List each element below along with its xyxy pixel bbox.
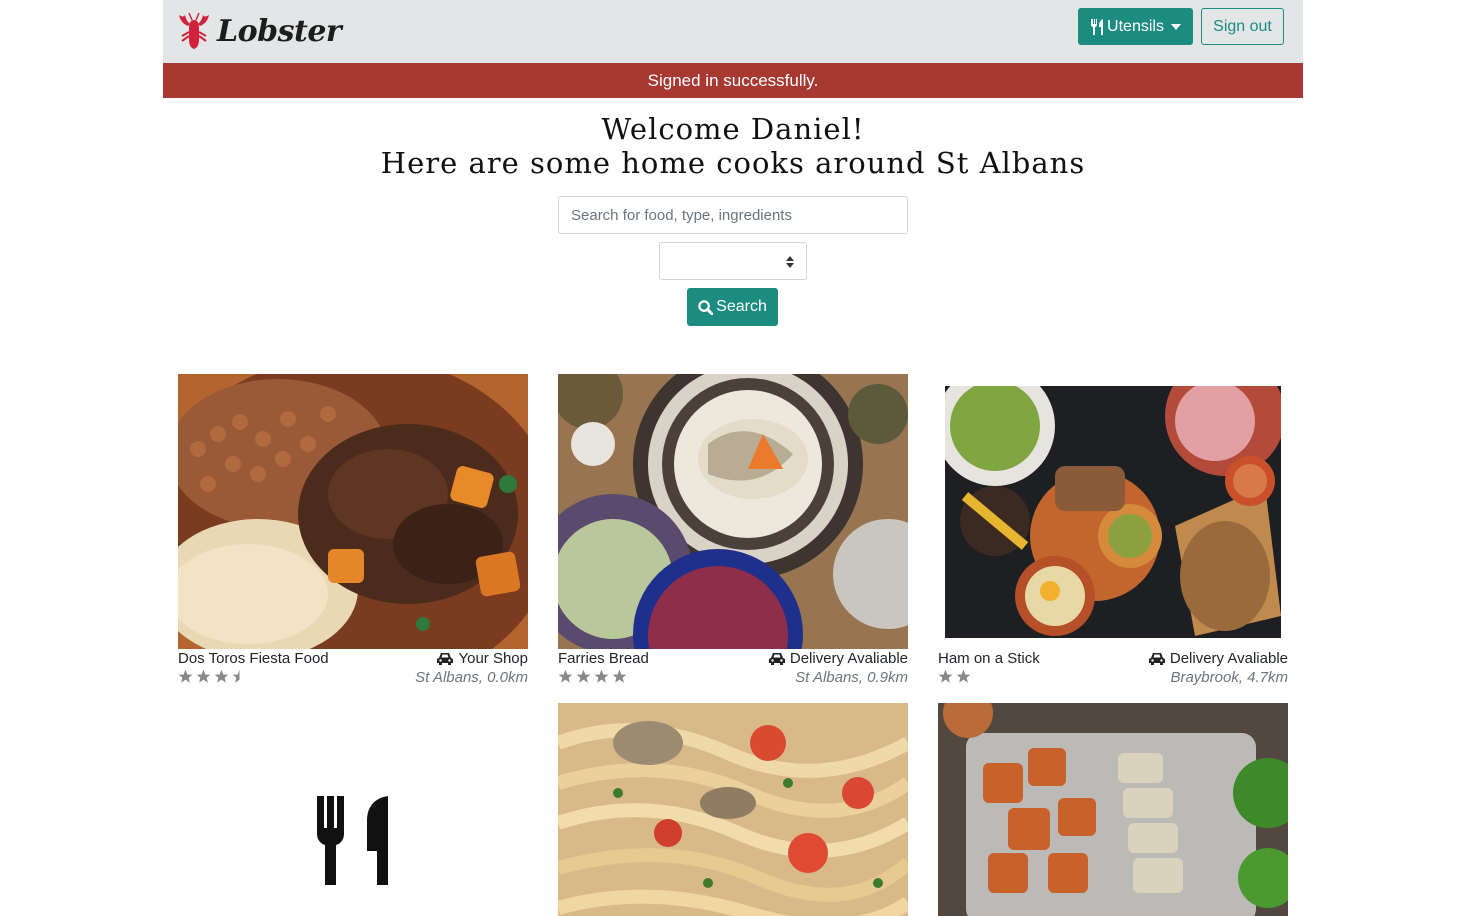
welcome-heading: Welcome Daniel! Here are some home cooks… <box>163 112 1303 180</box>
star-half-icon <box>232 669 240 683</box>
utensils-icon <box>1091 18 1104 35</box>
welcome-line: Welcome Daniel! <box>601 112 865 146</box>
star-icon <box>938 669 953 683</box>
page-container: Lobster Utensils Sign out Signed in succ… <box>163 0 1303 916</box>
utensils-dropdown-button[interactable]: Utensils <box>1078 8 1193 45</box>
star-icon <box>594 669 609 683</box>
food-image[interactable] <box>945 386 1281 638</box>
location-text: St Albans, 0.0km <box>415 669 528 686</box>
cook-name[interactable]: Farries Bread <box>558 650 649 667</box>
star-icon <box>178 669 193 683</box>
navbar: Lobster Utensils Sign out <box>163 0 1303 63</box>
location-text: St Albans, 0.9km <box>795 669 908 686</box>
food-image[interactable] <box>558 374 908 649</box>
search-input[interactable] <box>558 196 908 234</box>
star-icon <box>956 669 971 683</box>
cook-name[interactable]: Ham on a Stick <box>938 650 1040 667</box>
flash-message: Signed in successfully. <box>163 63 1303 98</box>
search-button-label: Search <box>716 298 767 315</box>
rating-stars <box>178 669 250 684</box>
welcome-subline: Here are some home cooks around St Alban… <box>380 146 1086 180</box>
lobster-logo-icon <box>179 12 209 49</box>
food-image[interactable] <box>558 703 908 916</box>
search-icon <box>698 299 714 315</box>
food-image[interactable] <box>178 374 528 649</box>
delivery-label: Delivery Avaliable <box>1169 650 1288 667</box>
location-text: Braybrook, 4.7km <box>1170 669 1288 686</box>
delivery-info: Delivery Avaliable <box>1148 650 1288 667</box>
utensils-label: Utensils <box>1107 17 1164 35</box>
star-icon <box>576 669 591 683</box>
brand-name: Lobster <box>217 13 342 49</box>
delivery-info: Delivery Avaliable <box>768 650 908 667</box>
category-select[interactable] <box>659 242 807 280</box>
star-icon <box>214 669 229 683</box>
car-icon <box>768 652 785 665</box>
car-icon <box>437 652 454 665</box>
food-image[interactable] <box>938 703 1288 916</box>
chevron-down-icon <box>1170 23 1181 30</box>
sign-out-button[interactable]: Sign out <box>1201 8 1284 45</box>
car-icon <box>1148 652 1165 665</box>
star-icon <box>612 669 627 683</box>
select-arrows-icon <box>786 256 794 268</box>
food-image-placeholder[interactable] <box>178 703 528 916</box>
star-icon <box>196 669 211 683</box>
star-icon <box>558 669 573 683</box>
search-button[interactable]: Search <box>687 288 778 326</box>
brand-link[interactable]: Lobster <box>177 12 342 50</box>
delivery-label: Delivery Avaliable <box>789 650 908 667</box>
rating-stars <box>938 669 974 684</box>
rating-stars <box>558 669 630 684</box>
cook-name[interactable]: Dos Toros Fiesta Food <box>178 650 329 667</box>
delivery-info: Your Shop <box>436 650 528 667</box>
delivery-label: Your Shop <box>458 650 528 667</box>
